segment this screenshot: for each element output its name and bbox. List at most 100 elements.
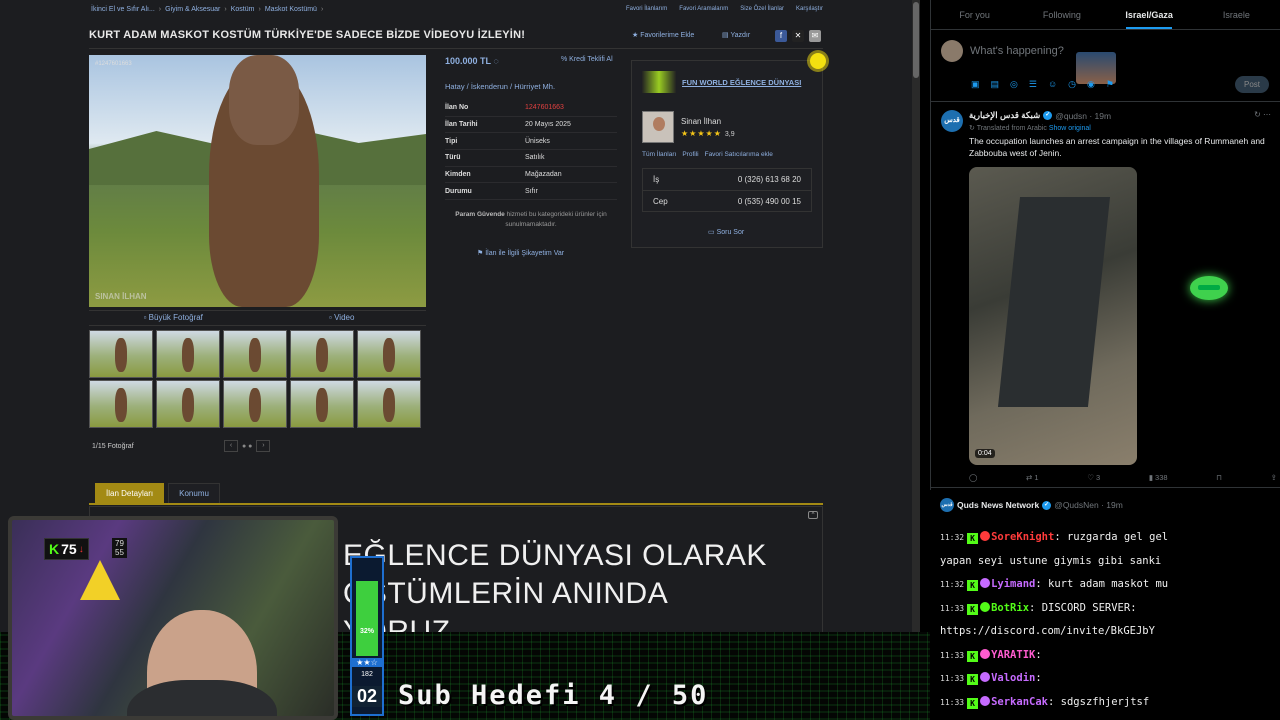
- listing-title: KURT ADAM MASKOT KOSTÜM TÜRKİYE'DE SADEC…: [89, 29, 526, 41]
- seller-rating: ★★★★★ 3,9: [681, 129, 735, 138]
- chat-username[interactable]: SerkanCak: [991, 696, 1048, 708]
- store-logo[interactable]: [642, 71, 676, 93]
- emoji-icon[interactable]: ☺: [1048, 79, 1057, 90]
- retweet-button[interactable]: ⇄ 1: [1026, 473, 1039, 482]
- chat-colon: :: [1054, 531, 1067, 543]
- tweet-author[interactable]: قدس Quds News Network ✓ @QudsNen · 19m: [940, 498, 1123, 512]
- compare-link[interactable]: Karşılaştır: [796, 6, 823, 12]
- thumbnail[interactable]: [223, 330, 287, 378]
- chat-colon: :: [1035, 672, 1042, 684]
- poll-icon[interactable]: ☰: [1029, 79, 1037, 90]
- ask-question-label: Soru Sor: [716, 229, 745, 236]
- tweet-video[interactable]: 0:04: [969, 167, 1137, 465]
- detail-row: İlan No 1247601663: [445, 100, 617, 117]
- seller-links: Tüm İlanları Profili Favori Satıcılarıma…: [642, 151, 773, 158]
- grok-icon[interactable]: ◎: [1010, 79, 1018, 90]
- info-icon[interactable]: ◌: [493, 56, 498, 66]
- thumbnail[interactable]: [89, 380, 153, 428]
- gif-icon[interactable]: ▤: [991, 79, 1000, 90]
- kick-badge-icon: K: [967, 674, 979, 685]
- credit-offer-button[interactable]: % Kredi Teklifi Al: [561, 56, 613, 63]
- chat-username[interactable]: BotRix: [991, 602, 1029, 614]
- schedule-icon[interactable]: ◷: [1068, 79, 1076, 90]
- large-photo-tab[interactable]: ▫ Büyük Fotoğraf: [89, 311, 258, 325]
- chevron-right-icon: ›: [158, 6, 162, 13]
- tab-following[interactable]: Following: [1018, 0, 1105, 29]
- tab-location[interactable]: Konumu: [168, 483, 220, 504]
- scrollbar-thumb[interactable]: [913, 2, 919, 78]
- chat-username[interactable]: SoreKnight: [991, 531, 1054, 543]
- user-badge-icon: [980, 672, 991, 682]
- main-photo[interactable]: #1247601663 SINAN İLHAN: [89, 55, 426, 307]
- phone-number[interactable]: 0 (535) 490 00 15: [738, 197, 801, 206]
- add-favorite-button[interactable]: ★ Favorilerime Ekle: [632, 31, 694, 39]
- chat-text: kurt adam maskot mu: [1048, 578, 1169, 590]
- chat-username[interactable]: Lyimand: [991, 578, 1035, 590]
- next-page-button[interactable]: ›: [256, 440, 271, 452]
- tab-israele[interactable]: Israele: [1193, 0, 1280, 29]
- tab-for-you[interactable]: For you: [931, 0, 1018, 29]
- tab-details[interactable]: İlan Detayları: [95, 483, 165, 504]
- more-icon[interactable]: ↻ ⋯: [1254, 110, 1271, 119]
- location-icon[interactable]: ◉: [1087, 79, 1095, 90]
- image-icon[interactable]: ▣: [971, 79, 980, 90]
- x-icon[interactable]: ✕: [792, 30, 804, 42]
- tweet-avatar[interactable]: قدس: [941, 110, 963, 132]
- breadcrumb-item[interactable]: Giyim & Aksesuar: [165, 6, 220, 13]
- video-tab[interactable]: ▫ Video: [258, 311, 427, 325]
- thumbnail[interactable]: [223, 380, 287, 428]
- chat-username[interactable]: YARATIK: [991, 649, 1035, 661]
- collapse-icon[interactable]: ^: [808, 511, 818, 519]
- breadcrumb-item[interactable]: İkinci El ve Sıfır Alı...: [91, 6, 155, 13]
- like-button[interactable]: ♡ 3: [1087, 473, 1100, 482]
- thumbnail[interactable]: [357, 380, 421, 428]
- prev-page-button[interactable]: ‹: [224, 440, 238, 452]
- flag-icon[interactable]: ⚑: [1106, 79, 1114, 90]
- favorite-searches-link[interactable]: Favori Aramalarım: [679, 6, 728, 12]
- translation-note: ↻ Translated from Arabic Show original: [969, 124, 1091, 132]
- seller-avatar[interactable]: [642, 111, 674, 143]
- favorite-seller-link[interactable]: Favori Satıcılarıma ekle: [705, 151, 773, 158]
- share-icon[interactable]: ⇪: [1271, 473, 1277, 482]
- views-button[interactable]: ▮ 338: [1149, 473, 1168, 482]
- all-listings-link[interactable]: Tüm İlanları: [642, 151, 676, 158]
- phone-number[interactable]: 0 (326) 613 68 20: [738, 175, 801, 184]
- facebook-icon[interactable]: f: [775, 30, 787, 42]
- breadcrumb-item[interactable]: Kostüm: [231, 6, 255, 13]
- chevron-right-icon: ›: [320, 6, 324, 13]
- tab-underline: [89, 503, 823, 505]
- breadcrumb-item[interactable]: Maskot Kostümü: [265, 6, 317, 13]
- green-alien-emote-icon: [1190, 276, 1228, 300]
- tweet-avatar: قدس: [940, 498, 954, 512]
- location[interactable]: Hatay / İskenderun / Hürriyet Mh.: [445, 82, 555, 91]
- thumbnail[interactable]: [290, 330, 354, 378]
- post-button[interactable]: Post: [1234, 76, 1269, 93]
- safe-payment-text: hizmeti bu kategorideki ürünler için sun…: [504, 211, 607, 228]
- page-scrollbar[interactable]: [912, 0, 920, 632]
- mail-icon[interactable]: ✉: [809, 30, 821, 42]
- tweet-author[interactable]: شبكة قدس الإخبارية ✓ @qudsn · 19m: [969, 110, 1111, 121]
- chat-time: 11:33: [940, 697, 965, 707]
- show-original-link[interactable]: Show original: [1049, 125, 1091, 132]
- profile-link[interactable]: Profili: [682, 151, 698, 158]
- avatar[interactable]: [941, 40, 963, 62]
- reply-icon[interactable]: ◯: [969, 473, 977, 482]
- thumbnail[interactable]: [156, 380, 220, 428]
- complaint-link[interactable]: ⚑ İlan ile İlgili Şikayetim Var: [477, 249, 564, 257]
- top-links: Favori İlanlarım Favori Aramalarım Size …: [626, 6, 823, 12]
- thumbnail[interactable]: [156, 330, 220, 378]
- favorite-listings-link[interactable]: Favori İlanlarım: [626, 6, 667, 12]
- chat-username[interactable]: Valodin: [991, 672, 1035, 684]
- print-button[interactable]: ▤ Yazdır: [722, 31, 750, 39]
- tweet-actions: ◯ ⇄ 1 ♡ 3 ▮ 338 ⊓ ⇪: [969, 473, 1277, 482]
- thumbnail[interactable]: [89, 330, 153, 378]
- compose-input[interactable]: What's happening?: [970, 45, 1064, 57]
- thumbnail[interactable]: [290, 380, 354, 428]
- bookmark-icon[interactable]: ⊓: [1216, 473, 1222, 482]
- level-percent: 32%: [359, 628, 374, 635]
- tab-israel-gaza[interactable]: Israel/Gaza: [1106, 0, 1193, 29]
- thumbnail[interactable]: [357, 330, 421, 378]
- ask-question-button[interactable]: ▭ Soru Sor: [708, 228, 744, 236]
- special-listings-link[interactable]: Size Özel İlanlar: [740, 6, 784, 12]
- store-name-link[interactable]: FUN WORLD EĞLENCE DÜNYASI: [682, 78, 801, 87]
